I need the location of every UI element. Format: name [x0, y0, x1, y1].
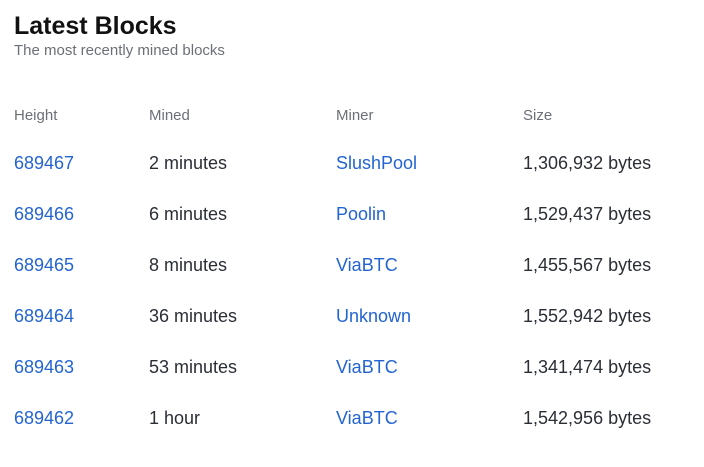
block-height-link[interactable]: 689465	[14, 255, 74, 275]
miner-link[interactable]: Poolin	[336, 204, 386, 224]
block-size: 1,306,932 bytes	[523, 153, 652, 173]
miner-link[interactable]: ViaBTC	[336, 408, 398, 428]
column-header-miner: Miner	[336, 106, 374, 124]
block-height-link[interactable]: 689464	[14, 306, 74, 326]
mined-time: 2 minutes	[149, 153, 228, 173]
column-header-height: Height	[14, 106, 58, 124]
table-row: 689464 36 minutes Unknown 1,552,942 byte…	[14, 291, 694, 342]
block-size: 1,542,956 bytes	[523, 408, 652, 428]
block-size: 1,529,437 bytes	[523, 204, 652, 224]
page-header: Latest Blocks The most recently mined bl…	[14, 12, 694, 61]
mined-time: 36 minutes	[149, 306, 238, 326]
mined-time: 1 hour	[149, 408, 201, 428]
page-title: Latest Blocks	[14, 12, 177, 40]
table-row: 689463 53 minutes ViaBTC 1,341,474 bytes	[14, 342, 694, 393]
table-row: 689465 8 minutes ViaBTC 1,455,567 bytes	[14, 240, 694, 291]
block-height-link[interactable]: 689466	[14, 204, 74, 224]
block-height-link[interactable]: 689463	[14, 357, 74, 377]
miner-link[interactable]: ViaBTC	[336, 357, 398, 377]
block-size: 1,455,567 bytes	[523, 255, 652, 275]
mined-time: 53 minutes	[149, 357, 238, 377]
table-row: 689467 2 minutes SlushPool 1,306,932 byt…	[14, 138, 694, 189]
column-header-mined: Mined	[149, 106, 190, 124]
table-header-row: Height Mined Miner Size	[14, 104, 694, 126]
table-row: 689466 6 minutes Poolin 1,529,437 bytes	[14, 189, 694, 240]
page-subtitle: The most recently mined blocks	[14, 42, 225, 59]
miner-link[interactable]: SlushPool	[336, 153, 417, 173]
block-size: 1,341,474 bytes	[523, 357, 652, 377]
block-height-link[interactable]: 689467	[14, 153, 74, 173]
mined-time: 8 minutes	[149, 255, 228, 275]
miner-link[interactable]: ViaBTC	[336, 255, 398, 275]
table-row: 689462 1 hour ViaBTC 1,542,956 bytes	[14, 393, 694, 444]
latest-blocks-table: Height Mined Miner Size 689467 2 minutes…	[14, 104, 694, 444]
block-height-link[interactable]: 689462	[14, 408, 74, 428]
header-spacer	[14, 126, 694, 138]
block-size: 1,552,942 bytes	[523, 306, 652, 326]
miner-link[interactable]: Unknown	[336, 306, 411, 326]
column-header-size: Size	[523, 106, 553, 124]
mined-time: 6 minutes	[149, 204, 228, 224]
